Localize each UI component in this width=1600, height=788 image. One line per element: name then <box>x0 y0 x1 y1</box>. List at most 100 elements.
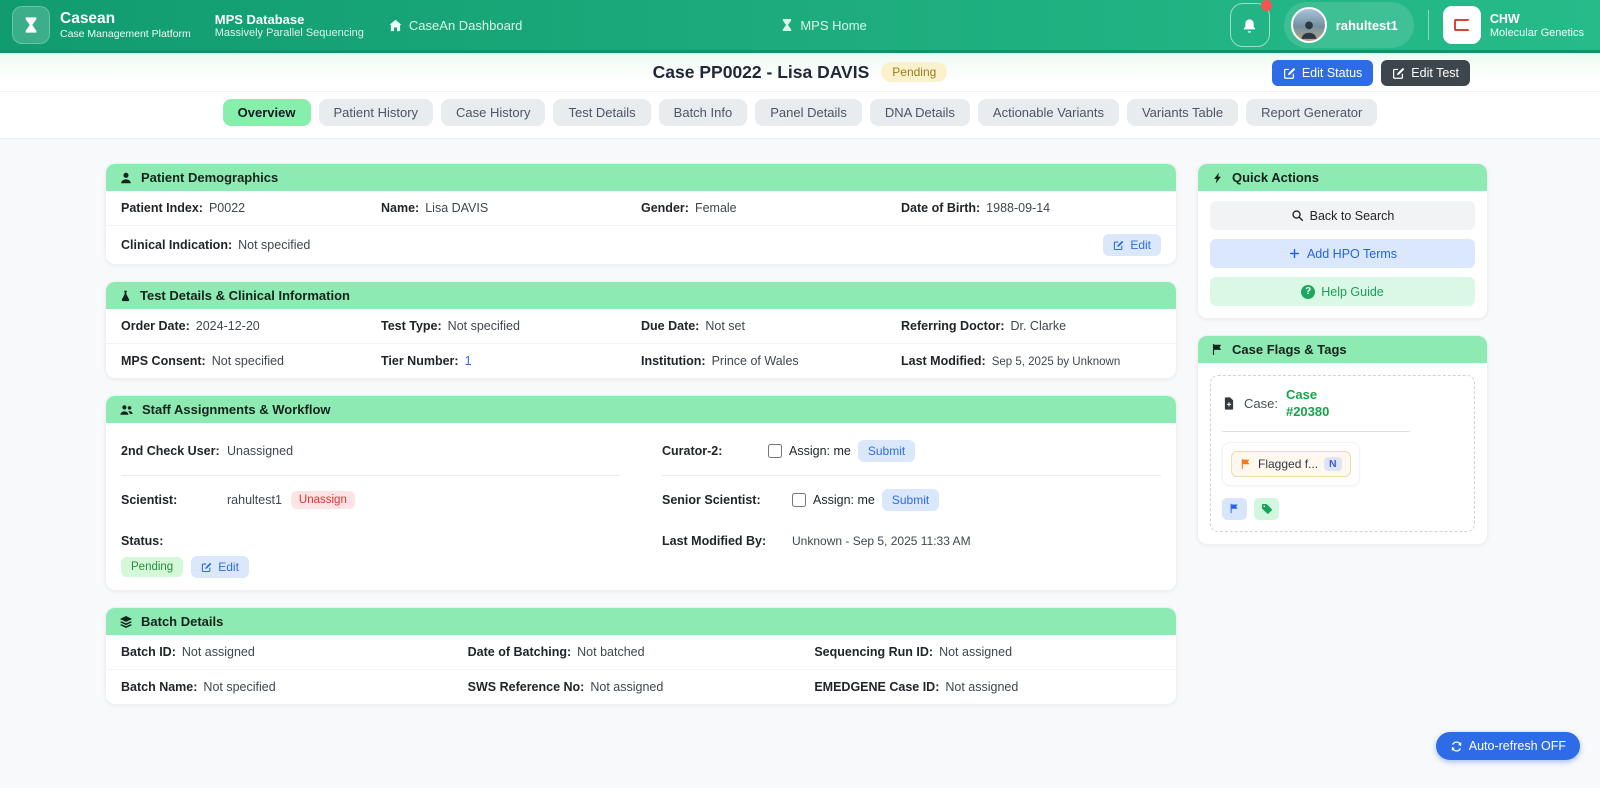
tab-batch-info[interactable]: Batch Info <box>658 99 748 126</box>
field-sws-reference-no: SWS Reference No: Not assigned <box>467 680 664 694</box>
field-status: Status: Pending Edit <box>121 524 620 578</box>
field-sequencing-run-id: Sequencing Run ID: Not assigned <box>814 645 1013 659</box>
pencil-square-icon <box>1283 67 1295 79</box>
pencil-square-icon <box>1393 67 1405 79</box>
flag-icon <box>1230 504 1238 514</box>
refresh-icon <box>1451 741 1461 751</box>
field-last-modified: Last Modified: Sep 5, 2025 by Unknown <box>901 354 1121 368</box>
hourglass-icon <box>783 19 792 31</box>
case-number-link[interactable]: Case #20380 <box>1286 387 1358 421</box>
field-name: Name: Lisa DAVIS <box>381 201 489 215</box>
tab-report-generator[interactable]: Report Generator <box>1246 99 1378 126</box>
search-icon <box>1291 210 1303 222</box>
flask-icon <box>121 290 130 301</box>
org-title: CHW <box>1489 11 1520 26</box>
flags-dropzone: Case: Case #20380 Flagged f... N <box>1210 375 1475 532</box>
senior-submit-button[interactable]: Submit <box>881 489 940 511</box>
test-details-card: Test Details & Clinical Information Orde… <box>105 281 1177 379</box>
brand-subtitle: Case Management Platform <box>60 27 191 40</box>
card-title: Test Details & Clinical Information <box>140 288 350 303</box>
tag-icon <box>1261 503 1272 514</box>
field-gender: Gender: Female <box>641 201 737 215</box>
case-file-icon <box>1224 397 1234 411</box>
field-referring-doctor: Referring Doctor: Dr. Clarke <box>901 319 1067 333</box>
add-hpo-terms-button[interactable]: Add HPO Terms <box>1210 239 1475 268</box>
card-title: Quick Actions <box>1232 170 1319 185</box>
add-flag-button[interactable] <box>1222 497 1247 520</box>
top-navbar: Casean Case Management Platform MPS Data… <box>0 0 1600 53</box>
flag-icon <box>1241 458 1250 469</box>
org-subtitle: Molecular Genetics <box>1489 26 1584 39</box>
field-clinical-indication: Clinical Indication: Not specified <box>121 238 311 252</box>
tab-panel-details[interactable]: Panel Details <box>755 99 862 126</box>
tab-patient-history[interactable]: Patient History <box>318 99 434 126</box>
curator2-assign-me-checkbox[interactable] <box>768 444 782 458</box>
user-name: rahultest1 <box>1335 17 1398 33</box>
nav-mps-home[interactable]: MPS Home <box>780 18 867 33</box>
notification-dot <box>1260 0 1272 11</box>
nav-casean-dashboard[interactable]: CaseAn Dashboard <box>388 18 522 33</box>
field-senior-scientist: Senior Scientist: Assign: me Submit <box>662 476 1161 524</box>
user-menu[interactable]: rahultest1 <box>1283 2 1414 48</box>
field-institution: Institution: Prince of Wales <box>641 354 799 368</box>
page-title: Case PP0022 - Lisa DAVIS <box>652 61 870 82</box>
flag-chip-card: Flagged f... N <box>1222 441 1360 486</box>
divider <box>1222 430 1410 432</box>
notifications-button[interactable] <box>1229 0 1272 47</box>
card-title: Patient Demographics <box>141 170 279 185</box>
lightning-icon <box>1214 171 1221 184</box>
field-test-type: Test Type: Not specified <box>381 319 520 333</box>
tab-dna-details[interactable]: DNA Details <box>869 99 970 126</box>
field-emedgene-case-id: EMEDGENE Case ID: Not assigned <box>814 680 1019 694</box>
tab-variants-table[interactable]: Variants Table <box>1126 99 1239 126</box>
pencil-square-icon <box>1114 240 1124 250</box>
bell-icon <box>1244 18 1256 33</box>
person-icon <box>121 172 131 183</box>
field-scientist: Scientist: rahultest1 Unassign <box>121 476 620 524</box>
people-icon <box>120 404 133 415</box>
edit-status-button[interactable]: Edit Status <box>1271 60 1374 86</box>
chip-count-badge: N <box>1324 456 1342 471</box>
hourglass-logo-icon <box>12 6 50 44</box>
nav-divider <box>1427 10 1429 40</box>
field-batch-name: Batch Name: Not specified <box>121 680 276 694</box>
unassign-button[interactable]: Unassign <box>290 491 355 509</box>
status-pending-badge: Pending <box>121 557 184 577</box>
home-icon <box>389 19 402 31</box>
pencil-square-icon <box>202 562 212 572</box>
help-guide-button[interactable]: ? Help Guide <box>1210 277 1475 306</box>
field-curator2: Curator-2: Assign: me Submit <box>662 427 1161 476</box>
batch-details-card: Batch Details Batch ID: Not assigned Date… <box>105 607 1177 705</box>
field-patient-index: Patient Index: P0022 <box>121 201 246 215</box>
tab-overview[interactable]: Overview <box>222 99 311 126</box>
card-title: Staff Assignments & Workflow <box>142 402 331 417</box>
brand[interactable]: Casean Case Management Platform <box>12 6 191 44</box>
staff-assignments-card: Staff Assignments & Workflow 2nd Check U… <box>105 395 1177 591</box>
tab-test-details[interactable]: Test Details <box>553 99 651 126</box>
nav-mps-database[interactable]: MPS Database Massively Parallel Sequenci… <box>215 12 364 39</box>
field-date-of-batching: Date of Batching: Not batched <box>467 645 645 659</box>
tab-case-history[interactable]: Case History <box>441 99 546 126</box>
card-title: Batch Details <box>141 614 224 629</box>
field-second-check-user: 2nd Check User: Unassigned <box>121 427 620 476</box>
back-to-search-button[interactable]: Back to Search <box>1210 201 1475 230</box>
field-batch-id: Batch ID: Not assigned <box>121 645 255 659</box>
tab-bar: Overview Patient History Case History Te… <box>0 92 1600 139</box>
patient-demographics-card: Patient Demographics Patient Index: P0022… <box>105 163 1177 265</box>
flagged-chip[interactable]: Flagged f... N <box>1231 450 1351 477</box>
brand-title: Casean <box>60 10 116 28</box>
org-block: CHW Molecular Genetics <box>1442 6 1584 44</box>
field-order-date: Order Date: 2024-12-20 <box>121 319 260 333</box>
curator2-submit-button[interactable]: Submit <box>857 440 916 462</box>
edit-demographics-button[interactable]: Edit <box>1103 234 1161 256</box>
add-tag-button[interactable] <box>1254 497 1279 520</box>
tab-actionable-variants[interactable]: Actionable Variants <box>977 99 1119 126</box>
field-last-modified-by: Last Modified By: Unknown - Sep 5, 2025 … <box>662 534 971 548</box>
card-title: Case Flags & Tags <box>1232 342 1347 357</box>
avatar <box>1290 7 1327 43</box>
senior-assign-me-checkbox[interactable] <box>792 493 806 507</box>
edit-test-button[interactable]: Edit Test <box>1381 60 1470 86</box>
edit-status-inline-button[interactable]: Edit <box>191 556 249 578</box>
field-mps-consent: MPS Consent: Not specified <box>121 354 284 368</box>
auto-refresh-toggle[interactable]: Auto-refresh OFF <box>1435 732 1580 760</box>
